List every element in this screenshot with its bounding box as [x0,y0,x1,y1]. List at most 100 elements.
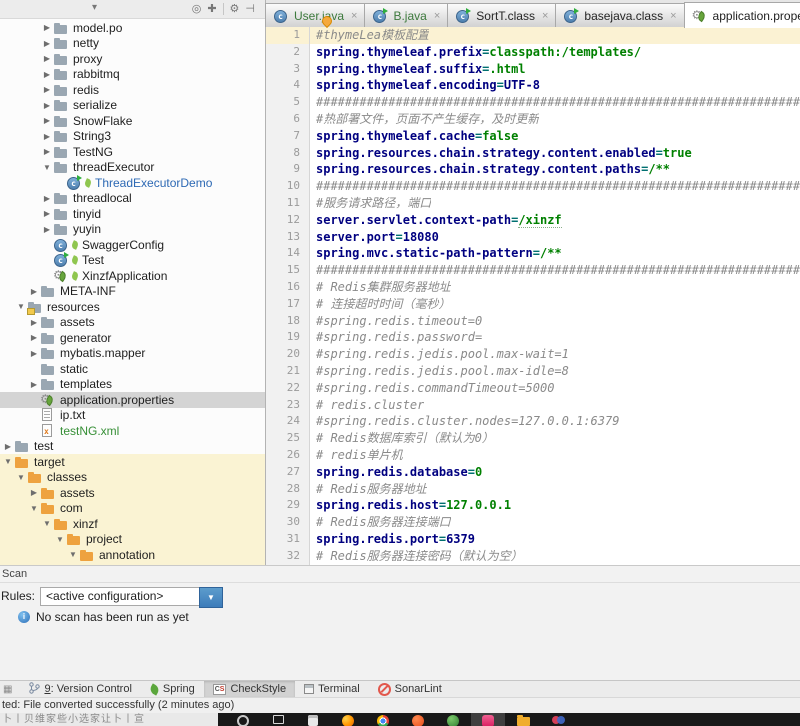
tool-window-switcher-icon[interactable]: ▦ [3,684,12,695]
settings-icon[interactable]: ⚙ [230,1,240,17]
toolwindow-button-spring[interactable]: Spring [141,681,204,697]
tree-item-xinzfapplication[interactable]: ⚙XinzfApplication [0,268,265,284]
tree-item-label: annotation [99,548,155,562]
tree-item-serialize[interactable]: ▶ serialize [0,98,265,114]
tree-expand-arrow-icon[interactable]: ▼ [28,504,40,513]
hide-panel-icon[interactable]: ⊣ [245,1,255,17]
taskbar-app-app-pink[interactable] [471,713,505,726]
tree-item-redis[interactable]: ▶redis [0,82,265,98]
tree-item-model-po[interactable]: ▶model.po [0,20,265,36]
taskbar-app-search[interactable] [226,713,260,726]
tree-expand-arrow-icon[interactable]: ▼ [67,550,79,559]
tree-item-xinzf[interactable]: ▼xinzf [0,516,265,532]
tree-expand-arrow-icon[interactable]: ▶ [41,101,53,110]
taskbar-app-task-view[interactable] [261,713,295,726]
tree-item-snowflake[interactable]: ▶SnowFlake [0,113,265,129]
tree-expand-arrow-icon[interactable]: ▶ [28,287,40,296]
tree-item-netty[interactable]: ▶netty [0,36,265,52]
project-view-dropdown-icon[interactable]: ▾ [92,2,97,13]
folder-icon [53,145,69,159]
tree-item-test[interactable]: ▶test [0,439,265,455]
tree-item-generator[interactable]: ▶generator [0,330,265,346]
tree-item-application-properties[interactable]: ⚙application.properties [0,392,265,408]
tree-item-assets[interactable]: ▶assets [0,485,265,501]
tree-expand-arrow-icon[interactable]: ▼ [54,535,66,544]
tree-item-proxy[interactable]: ▶proxy [0,51,265,67]
tab-close-icon[interactable]: × [351,10,357,22]
tree-item-threadlocal[interactable]: ▶threadlocal [0,191,265,207]
tab-close-icon[interactable]: × [434,10,440,22]
toolwindow-button-terminal[interactable]: Terminal [295,681,369,697]
tree-expand-arrow-icon[interactable]: ▶ [41,54,53,63]
editor-line-25: 25# Redis数据库索引（默认为0） [266,430,800,447]
tree-item-swaggerconfig[interactable]: cSwaggerConfig [0,237,265,253]
tree-expand-arrow-icon[interactable]: ▶ [41,85,53,94]
tree-expand-arrow-icon[interactable]: ▼ [41,163,53,172]
tree-item-rabbitmq[interactable]: ▶rabbitmq [0,67,265,83]
taskbar-app-calculator[interactable] [296,713,330,726]
tree-item-meta-inf[interactable]: ▶META-INF [0,284,265,300]
tab-basejava-class[interactable]: cbasejava.class× [555,3,684,27]
tree-expand-arrow-icon[interactable]: ▼ [15,302,27,311]
tree-expand-arrow-icon[interactable]: ▶ [28,318,40,327]
taskbar-app-chrome[interactable] [366,713,400,726]
tree-item-mybatis-mapper[interactable]: ▶mybatis.mapper [0,346,265,362]
tree-expand-arrow-icon[interactable]: ▶ [41,132,53,141]
taskbar-app-app-green[interactable] [436,713,470,726]
tree-item-test[interactable]: cTest [0,253,265,269]
rules-configuration-select[interactable]: <active configuration> ▼ [40,587,223,606]
tree-expand-arrow-icon[interactable]: ▶ [28,349,40,358]
toolwindow-button-9-version-control[interactable]: 9: Version Control [20,681,140,697]
tree-item-tinyid[interactable]: ▶tinyid [0,206,265,222]
tree-expand-arrow-icon[interactable]: ▶ [41,23,53,32]
tree-expand-arrow-icon[interactable]: ▶ [2,442,14,451]
tab-b-java[interactable]: cB.java× [364,3,448,27]
tab-sortt-class[interactable]: cSortT.class× [447,3,556,27]
tree-expand-arrow-icon[interactable]: ▼ [41,519,53,528]
taskbar-app-app-orange[interactable] [401,713,435,726]
tab-application-properties[interactable]: ⚙application.properties× [684,2,800,28]
tree-item-testng[interactable]: ▶TestNG [0,144,265,160]
tab-user-java[interactable]: cUser.java× [265,3,365,27]
tree-expand-arrow-icon[interactable]: ▶ [41,225,53,234]
tree-expand-arrow-icon[interactable]: ▼ [15,473,27,482]
tree-item-testng-xml[interactable]: xtestNG.xml [0,423,265,439]
tree-item-annotation[interactable]: ▼ annotation [0,547,265,563]
tree-expand-arrow-icon[interactable]: ▶ [41,70,53,79]
tab-close-icon[interactable]: × [670,10,676,22]
tree-item-resources[interactable]: ▼resources [0,299,265,315]
tree-expand-arrow-icon[interactable]: ▶ [28,488,40,497]
tree-item-assets[interactable]: ▶assets [0,315,265,331]
tree-expand-arrow-icon[interactable]: ▶ [41,116,53,125]
tab-close-icon[interactable]: × [542,10,548,22]
tree-item-ip-txt[interactable]: ip.txt [0,408,265,424]
tree-item-templates[interactable]: ▶templates [0,377,265,393]
tree-item-target[interactable]: ▼target [0,454,265,470]
tree-item-classes[interactable]: ▼classes [0,470,265,486]
taskbar-app-word[interactable] [541,713,575,726]
editor-code-area[interactable]: 1#thymeLea模板配置2spring.thymeleaf.prefix=c… [266,27,800,565]
taskbar-app-folder[interactable] [506,713,540,726]
tree-expand-arrow-icon[interactable]: ▶ [28,333,40,342]
tree-item-string3[interactable]: ▶String3 [0,129,265,145]
tree-expand-arrow-icon[interactable]: ▶ [41,39,53,48]
combo-dropdown-button[interactable]: ▼ [199,587,223,608]
tree-item-com[interactable]: ▼com [0,501,265,517]
tree-item-project[interactable]: ▼project [0,532,265,548]
collapse-all-icon[interactable]: ✚ [207,1,216,17]
taskbar-app-firefox[interactable] [331,713,365,726]
tree-item-label: serialize [73,98,117,112]
toolwindow-button-checkstyle[interactable]: CSCheckStyle [204,681,295,697]
locate-icon[interactable]: ◎ [192,1,202,17]
tree-item-static[interactable]: static [0,361,265,377]
tree-item-yuyin[interactable]: ▶yuyin [0,222,265,238]
tree-item-threadexecutor[interactable]: ▼threadExecutor [0,160,265,176]
tree-expand-arrow-icon[interactable]: ▶ [28,380,40,389]
toolwindow-button-sonarlint[interactable]: SonarLint [369,681,451,697]
tree-expand-arrow-icon[interactable]: ▶ [41,209,53,218]
line-content: #thymeLea模板配置 [310,27,429,44]
tree-expand-arrow-icon[interactable]: ▶ [41,194,53,203]
tree-item-threadexecutordemo[interactable]: cThreadExecutorDemo [0,175,265,191]
tree-expand-arrow-icon[interactable]: ▼ [2,457,14,466]
tree-expand-arrow-icon[interactable]: ▶ [41,147,53,156]
